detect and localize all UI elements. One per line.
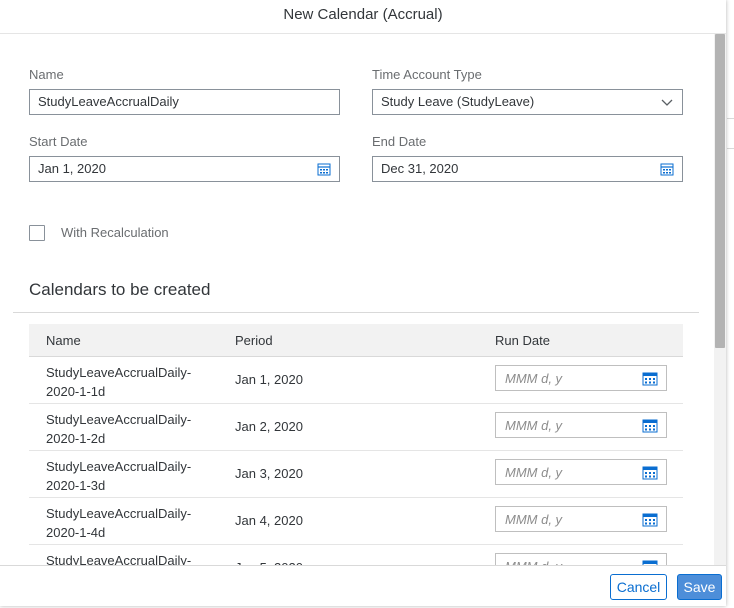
- table-header: Name Period Run Date: [29, 324, 683, 357]
- run-date-placeholder: MMM d, y: [505, 418, 563, 433]
- calendar-name-line1: StudyLeaveAccrualDaily-: [46, 459, 192, 474]
- background-divider: [727, 118, 734, 119]
- name-input[interactable]: StudyLeaveAccrualDaily: [29, 89, 340, 115]
- calendar-name-line2: 2020-1-1d: [46, 384, 106, 399]
- with-recalculation-label: With Recalculation: [61, 225, 169, 240]
- with-recalculation-checkbox[interactable]: [29, 225, 45, 241]
- calendar-icon[interactable]: [660, 162, 674, 176]
- calendar-name: StudyLeaveAccrualDaily- 2020-1-4d: [46, 504, 216, 542]
- calendars-table: Name Period Run Date StudyLeaveAccrualDa…: [29, 324, 683, 565]
- end-date-value: Dec 31, 2020: [381, 161, 459, 176]
- calendar-name-line1: StudyLeaveAccrualDaily-: [46, 553, 192, 565]
- run-date-placeholder: MMM d, y: [505, 371, 563, 386]
- dialog-content: Name StudyLeaveAccrualDaily Time Account…: [0, 34, 714, 565]
- calendar-name: StudyLeaveAccrualDaily- 2020-1-1d: [46, 363, 216, 401]
- time-account-type-label: Time Account Type: [372, 67, 482, 82]
- calendar-name-line1: StudyLeaveAccrualDaily-: [46, 412, 192, 427]
- column-header-name: Name: [46, 333, 81, 348]
- table-row: StudyLeaveAccrualDaily- 2020-1-4d Jan 4, 2…: [29, 498, 683, 545]
- run-date-input[interactable]: MMM d, y: [495, 459, 667, 485]
- calendars-section-title: Calendars to be created: [29, 280, 211, 299]
- start-date-input[interactable]: Jan 1, 2020: [29, 156, 340, 182]
- start-date-label: Start Date: [29, 134, 88, 149]
- background-page: [726, 0, 734, 608]
- cancel-button[interactable]: Cancel: [610, 574, 667, 600]
- background-divider: [727, 148, 734, 149]
- run-date-placeholder: MMM d, y: [505, 465, 563, 480]
- calendar-name: StudyLeaveAccrualDaily- 2020-1-3d: [46, 457, 216, 495]
- column-header-period: Period: [235, 333, 273, 348]
- chevron-down-icon[interactable]: [660, 96, 674, 110]
- start-date-value: Jan 1, 2020: [38, 161, 106, 176]
- calendar-period: Jan 2, 2020: [235, 419, 303, 434]
- calendar-icon[interactable]: [642, 418, 658, 433]
- calendar-period: Jan 1, 2020: [235, 372, 303, 387]
- calendar-name-line2: 2020-1-3d: [46, 478, 106, 493]
- dialog-footer: Cancel Save: [0, 565, 726, 606]
- name-input-value: StudyLeaveAccrualDaily: [38, 94, 179, 109]
- calendar-name-line2: 2020-1-2d: [46, 431, 106, 446]
- dialog-title: New Calendar (Accrual): [0, 0, 726, 34]
- calendar-name-line2: 2020-1-4d: [46, 525, 106, 540]
- calendar-icon[interactable]: [642, 512, 658, 527]
- calendar-name-line1: StudyLeaveAccrualDaily-: [46, 506, 192, 521]
- table-row: StudyLeaveAccrualDaily- 2020-1-1d Jan 1, 2…: [29, 357, 683, 404]
- section-divider: [13, 312, 699, 313]
- run-date-input[interactable]: MMM d, y: [495, 506, 667, 532]
- scrollbar-thumb[interactable]: [715, 34, 725, 348]
- end-date-input[interactable]: Dec 31, 2020: [372, 156, 683, 182]
- calendar-icon[interactable]: [642, 465, 658, 480]
- save-button[interactable]: Save: [677, 574, 722, 600]
- calendar-period: Jan 4, 2020: [235, 513, 303, 528]
- table-row: StudyLeaveAccrualDaily-Jan 5, 2020MMM d,…: [29, 545, 683, 565]
- run-date-input[interactable]: MMM d, y: [495, 553, 667, 565]
- calendar-icon[interactable]: [642, 371, 658, 386]
- name-label: Name: [29, 67, 64, 82]
- run-date-placeholder: MMM d, y: [505, 512, 563, 527]
- run-date-input[interactable]: MMM d, y: [495, 412, 667, 438]
- time-account-type-select[interactable]: Study Leave (StudyLeave): [372, 89, 683, 115]
- end-date-label: End Date: [372, 134, 427, 149]
- calendar-icon[interactable]: [317, 162, 331, 176]
- new-calendar-dialog: New Calendar (Accrual) Name StudyLeaveAc…: [0, 0, 726, 606]
- vertical-scrollbar[interactable]: [714, 34, 726, 565]
- calendar-name: StudyLeaveAccrualDaily- 2020-1-2d: [46, 410, 216, 448]
- calendar-name: StudyLeaveAccrualDaily-: [46, 551, 216, 565]
- column-header-run-date: Run Date: [495, 333, 550, 348]
- calendar-name-line1: StudyLeaveAccrualDaily-: [46, 365, 192, 380]
- table-row: StudyLeaveAccrualDaily- 2020-1-3d Jan 3, 2…: [29, 451, 683, 498]
- table-row: StudyLeaveAccrualDaily- 2020-1-2d Jan 2, 2…: [29, 404, 683, 451]
- run-date-input[interactable]: MMM d, y: [495, 365, 667, 391]
- time-account-type-value: Study Leave (StudyLeave): [381, 94, 535, 109]
- calendar-period: Jan 3, 2020: [235, 466, 303, 481]
